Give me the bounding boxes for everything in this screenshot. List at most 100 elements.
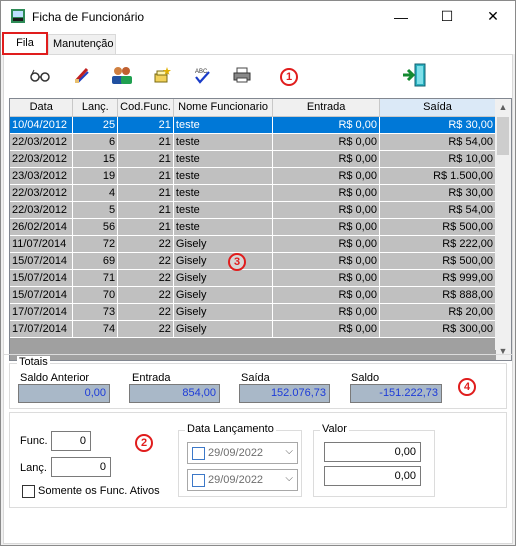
table-cell: Gisely	[173, 303, 274, 321]
grid-header-row: Data Lanç. Cod.Func. Nome Funcionario En…	[10, 99, 497, 117]
col-header-lanc[interactable]: Lanç.	[72, 99, 119, 117]
table-cell: 22	[117, 303, 174, 321]
table-cell: 15/07/2014	[10, 269, 74, 287]
table-cell: R$ 10,00	[379, 150, 497, 168]
print-button[interactable]	[230, 64, 254, 86]
table-row[interactable]: 22/03/2012 4 21 teste R$ 0,00 R$ 30,00	[10, 184, 497, 202]
users-icon	[112, 67, 132, 84]
table-cell: R$ 0,00	[272, 303, 380, 321]
table-cell: 22	[117, 252, 174, 270]
date-to-picker[interactable]: 29/09/2022 ⌵	[187, 469, 298, 491]
table-row[interactable]: 15/07/2014 69 22 Gisely R$ 0,00 R$ 500,00	[10, 252, 497, 270]
table-cell: 22/03/2012	[10, 184, 74, 202]
table-cell: 56	[72, 218, 119, 236]
table-cell: 22	[117, 286, 174, 304]
table-cell: 22/03/2012	[10, 201, 74, 219]
table-row[interactable]: 22/03/2012 5 21 teste R$ 0,00 R$ 54,00	[10, 201, 497, 219]
search-button[interactable]	[28, 64, 52, 86]
table-cell: R$ 0,00	[272, 116, 380, 134]
table-cell: teste	[173, 184, 274, 202]
table-row[interactable]: 23/03/2012 19 21 teste R$ 0,00 R$ 1.500,00	[10, 167, 497, 185]
col-header-saida[interactable]: Saída	[379, 99, 497, 117]
exit-button[interactable]	[400, 62, 428, 88]
table-cell: 17/07/2014	[10, 320, 74, 338]
col-header-data[interactable]: Data	[10, 99, 74, 117]
table-row[interactable]: 17/07/2014 74 22 Gisely R$ 0,00 R$ 300,00	[10, 320, 497, 338]
col-header-cod-func[interactable]: Cod.Func.	[117, 99, 174, 117]
entries-grid[interactable]: Data Lanç. Cod.Func. Nome Funcionario En…	[9, 98, 512, 361]
table-cell: teste	[173, 201, 274, 219]
table-cell: 26/02/2014	[10, 218, 74, 236]
close-button[interactable]: ✕	[470, 1, 516, 32]
chevron-down-icon[interactable]: ⌵	[285, 446, 293, 457]
date-to-checkbox[interactable]	[192, 474, 205, 487]
somente-ativos-checkbox[interactable]	[22, 485, 35, 498]
clear-button[interactable]	[70, 64, 94, 86]
table-cell: R$ 500,00	[379, 218, 497, 236]
valor-group: Valor 0,00 0,00	[313, 423, 435, 497]
table-cell: 19	[72, 167, 119, 185]
scroll-thumb[interactable]	[497, 117, 509, 155]
table-cell: R$ 888,00	[379, 286, 497, 304]
tab-manutencao[interactable]: Manutenção	[48, 34, 116, 54]
table-cell: R$ 0,00	[272, 218, 380, 236]
entries-table: Data Lanç. Cod.Func. Nome Funcionario En…	[10, 99, 497, 338]
table-row[interactable]: 22/03/2012 6 21 teste R$ 0,00 R$ 54,00	[10, 133, 497, 151]
users-button[interactable]	[110, 64, 134, 86]
table-cell: R$ 0,00	[272, 201, 380, 219]
spell-check-icon: ABC	[195, 69, 210, 84]
minimize-button[interactable]: —	[378, 1, 424, 32]
marker-totals: 4	[458, 378, 476, 396]
marker-toolbar: 1	[280, 68, 298, 86]
entrada-total-value: 854,00	[129, 384, 220, 403]
lanc-input[interactable]: 0	[51, 457, 111, 477]
grid-vertical-scrollbar[interactable]: ▲ ▼	[495, 99, 511, 360]
scroll-up-icon[interactable]: ▲	[495, 99, 511, 116]
table-cell: 25	[72, 116, 119, 134]
table-cell: R$ 30,00	[379, 184, 497, 202]
table-row[interactable]: 17/07/2014 73 22 Gisely R$ 0,00 R$ 20,00	[10, 303, 497, 321]
valor-legend: Valor	[320, 423, 349, 435]
table-cell: R$ 1.500,00	[379, 167, 497, 185]
app-icon	[11, 9, 25, 23]
new-entry-button[interactable]	[150, 64, 174, 86]
table-cell: R$ 300,00	[379, 320, 497, 338]
maximize-button[interactable]: ☐	[424, 1, 470, 32]
table-row[interactable]: 22/03/2012 15 21 teste R$ 0,00 R$ 10,00	[10, 150, 497, 168]
marker-filters: 2	[135, 434, 153, 452]
tab-strip: Fila Manutenção	[1, 32, 515, 55]
date-from-checkbox[interactable]	[192, 447, 205, 460]
table-cell: 21	[117, 201, 174, 219]
table-cell: 22	[117, 269, 174, 287]
tab-fila[interactable]: Fila	[2, 32, 48, 55]
table-row[interactable]: 11/07/2014 72 22 Gisely R$ 0,00 R$ 222,00	[10, 235, 497, 253]
table-cell: 72	[72, 235, 119, 253]
valor-to-input[interactable]: 0,00	[324, 466, 421, 486]
chevron-down-icon[interactable]: ⌵	[285, 473, 293, 484]
table-row[interactable]: 15/07/2014 71 22 Gisely R$ 0,00 R$ 999,00	[10, 269, 497, 287]
table-row[interactable]: 26/02/2014 56 21 teste R$ 0,00 R$ 500,00	[10, 218, 497, 236]
maximize-icon: ☐	[440, 8, 454, 24]
brush-icon	[74, 67, 89, 83]
table-cell: 22/03/2012	[10, 133, 74, 151]
table-cell: teste	[173, 150, 274, 168]
col-header-nome[interactable]: Nome Funcionario	[173, 99, 274, 117]
table-cell: 22	[117, 235, 174, 253]
scroll-down-icon[interactable]: ▼	[495, 343, 511, 360]
valor-from-input[interactable]: 0,00	[324, 442, 421, 462]
window-title: Ficha de Funcionário	[32, 10, 145, 24]
totals-legend: Totais	[17, 356, 50, 368]
table-cell: 21	[117, 150, 174, 168]
table-cell: R$ 54,00	[379, 201, 497, 219]
grid-horizontal-scrollbar[interactable]	[10, 350, 496, 360]
table-row[interactable]: 15/07/2014 70 22 Gisely R$ 0,00 R$ 888,00	[10, 286, 497, 304]
exit-door-icon	[403, 63, 426, 87]
somente-ativos-label: Somente os Func. Ativos	[38, 485, 160, 497]
table-cell: 21	[117, 133, 174, 151]
col-header-entrada[interactable]: Entrada	[272, 99, 380, 117]
date-from-picker[interactable]: 29/09/2022 ⌵	[187, 442, 298, 464]
func-input[interactable]: 0	[51, 431, 91, 451]
table-row[interactable]: 10/04/2012 25 21 teste R$ 0,00 R$ 30,00	[10, 116, 497, 134]
saldo-value: -151.222,73	[350, 384, 442, 403]
spell-check-button[interactable]: ABC	[190, 64, 214, 86]
